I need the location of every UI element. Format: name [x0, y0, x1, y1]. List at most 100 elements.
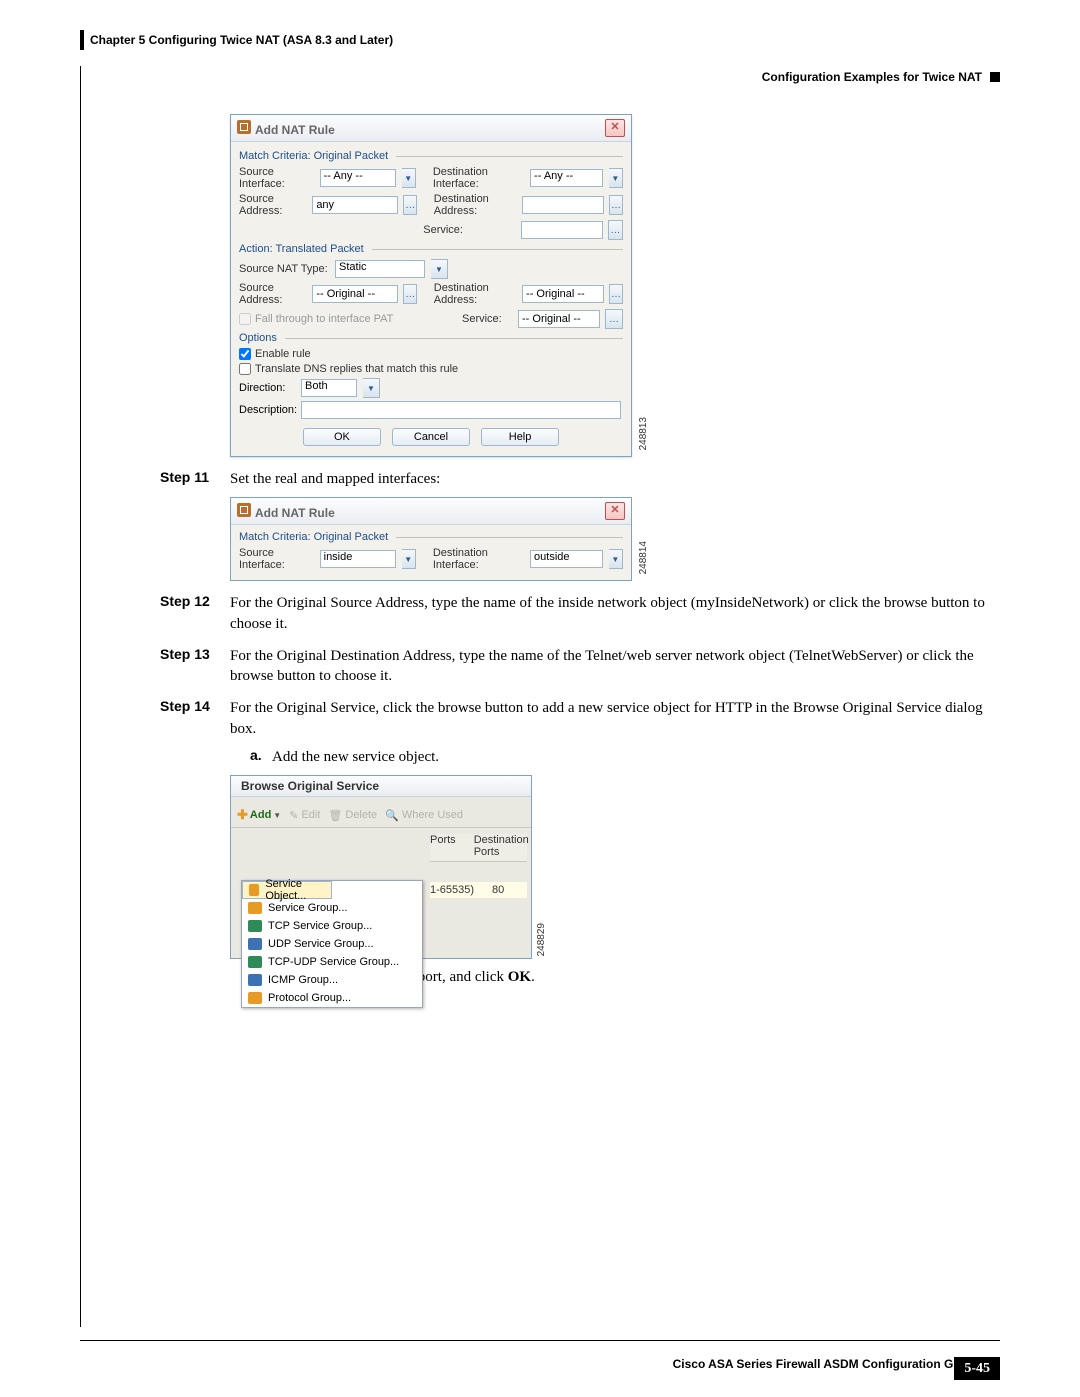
chevron-down-icon[interactable]: ▼	[363, 378, 380, 398]
section-header: Configuration Examples for Twice NAT	[762, 70, 982, 84]
close-icon[interactable]: ✕	[605, 502, 625, 520]
browse-original-service-dialog: Browse Original Service ✚Add▼ ✎Edit 🗑Del…	[230, 775, 532, 959]
substep-text: Add the new service object.	[272, 747, 439, 767]
browse-button[interactable]: …	[608, 220, 623, 240]
menu-item-tcp-udp-service-group[interactable]: TCP-UDP Service Group...	[242, 953, 422, 971]
service-label: Service:	[423, 224, 514, 236]
menu-item-service-object[interactable]: Service Object...	[242, 881, 332, 899]
direction-label: Direction:	[239, 382, 295, 394]
description-input[interactable]	[301, 401, 621, 419]
src-interface-label: Source Interface:	[239, 547, 314, 571]
add-nat-rule-dialog: Add NAT Rule ✕ Match Criteria: Original …	[230, 114, 632, 457]
col-ports: Ports	[430, 834, 456, 858]
translate-dns-checkbox[interactable]: Translate DNS replies that match this ru…	[239, 363, 458, 375]
help-button[interactable]: Help	[481, 428, 559, 446]
step-label: Step 14	[160, 698, 230, 739]
step-label: Step 13	[160, 646, 230, 687]
menu-item-tcp-service-group[interactable]: TCP Service Group...	[242, 917, 422, 935]
where-used-button: 🔍Where Used	[385, 809, 463, 822]
browse-button[interactable]: …	[609, 195, 623, 215]
page-number: 5-45	[954, 1357, 1000, 1380]
src-interface-label: Source Interface:	[239, 166, 314, 190]
group-action: Action: Translated Packet	[239, 243, 623, 255]
add-button[interactable]: ✚Add▼	[237, 807, 281, 823]
trash-icon: 🗑	[328, 809, 342, 822]
dst-interface-select[interactable]: outside	[530, 550, 603, 568]
dst-address-label: Destination Address:	[434, 193, 516, 217]
src-interface-select[interactable]: inside	[320, 550, 396, 568]
chevron-down-icon[interactable]: ▼	[402, 168, 416, 188]
service-object-icon	[249, 884, 259, 896]
snat-type-select[interactable]: Static	[335, 260, 425, 278]
search-icon: 🔍	[385, 809, 399, 822]
menu-item-protocol-group[interactable]: Protocol Group...	[242, 989, 422, 1007]
protocol-icon	[248, 992, 262, 1004]
dst-interface-label: Destination Interface:	[433, 547, 524, 571]
description-label: Description:	[239, 404, 295, 416]
plus-icon: ✚	[237, 807, 248, 823]
t-service-input[interactable]	[518, 310, 600, 328]
src-address-label: Source Address:	[239, 193, 306, 217]
add-menu: Service Object... Service Group... TCP S…	[241, 880, 423, 1008]
service-group-icon	[248, 902, 262, 914]
service-input[interactable]	[521, 221, 603, 239]
group-options: Options	[239, 332, 623, 344]
col-dest-ports: Destination Ports	[474, 834, 529, 858]
icmp-icon	[248, 974, 262, 986]
close-icon[interactable]: ✕	[605, 119, 625, 137]
chevron-down-icon[interactable]: ▼	[609, 168, 623, 188]
browse-button[interactable]: …	[609, 284, 623, 304]
edit-icon: ✎	[289, 809, 298, 822]
step-label: Step 12	[160, 593, 230, 634]
menu-item-udp-service-group[interactable]: UDP Service Group...	[242, 935, 422, 953]
tcp-icon	[248, 920, 262, 932]
cancel-button[interactable]: Cancel	[392, 428, 470, 446]
dialog-icon	[237, 120, 251, 134]
dst-address-input[interactable]	[522, 196, 604, 214]
dst-interface-label: Destination Interface:	[433, 166, 524, 190]
chevron-down-icon[interactable]: ▼	[402, 549, 416, 569]
cell-ports: 1-65535)	[430, 884, 474, 896]
dst-interface-select[interactable]: -- Any --	[530, 169, 603, 187]
chapter-header: Chapter 5 Configuring Twice NAT (ASA 8.3…	[80, 30, 393, 50]
t-dst-address-label: Destination Address:	[434, 282, 516, 306]
dialog-title: Add NAT Rule	[255, 506, 335, 520]
enable-rule-checkbox[interactable]: Enable rule	[239, 348, 311, 360]
figure-code: 248829	[536, 923, 547, 956]
step-label: Step 11	[160, 469, 230, 489]
chevron-down-icon[interactable]: ▼	[609, 549, 623, 569]
browse-button[interactable]: …	[605, 309, 623, 329]
step-text: For the Original Service, click the brow…	[230, 698, 1000, 739]
chevron-down-icon[interactable]: ▼	[431, 259, 448, 279]
figure-code: 248813	[638, 417, 649, 450]
fallthrough-checkbox[interactable]: Fall through to interface PAT	[239, 313, 393, 325]
snat-type-label: Source NAT Type:	[239, 263, 329, 275]
figure-code: 248814	[638, 541, 649, 574]
dialog-title: Add NAT Rule	[255, 123, 335, 137]
t-src-address-label: Source Address:	[239, 282, 306, 306]
menu-item-icmp-group[interactable]: ICMP Group...	[242, 971, 422, 989]
direction-select[interactable]: Both	[301, 379, 357, 397]
t-dst-address-input[interactable]	[522, 285, 604, 303]
group-match-criteria: Match Criteria: Original Packet	[239, 531, 623, 543]
tcp-udp-icon	[248, 956, 262, 968]
substep-label: a.	[250, 747, 272, 767]
group-match-criteria: Match Criteria: Original Packet	[239, 150, 623, 162]
dialog-title: Browse Original Service	[241, 779, 379, 793]
step-text: Set the real and mapped interfaces:	[230, 469, 440, 489]
edit-button: ✎Edit	[289, 809, 320, 822]
dialog-icon	[237, 503, 251, 517]
src-address-input[interactable]	[312, 196, 398, 214]
src-interface-select[interactable]: -- Any --	[320, 169, 396, 187]
browse-button[interactable]: …	[403, 195, 417, 215]
udp-icon	[248, 938, 262, 950]
browse-button[interactable]: …	[403, 284, 417, 304]
footer-guide: Cisco ASA Series Firewall ASDM Configura…	[673, 1357, 978, 1371]
step-text: For the Original Source Address, type th…	[230, 593, 1000, 634]
t-service-label: Service:	[462, 313, 512, 325]
ok-button[interactable]: OK	[303, 428, 381, 446]
t-src-address-input[interactable]	[312, 285, 398, 303]
chevron-down-icon: ▼	[273, 811, 281, 820]
step-text: For the Original Destination Address, ty…	[230, 646, 1000, 687]
header-square-icon	[990, 72, 1000, 82]
